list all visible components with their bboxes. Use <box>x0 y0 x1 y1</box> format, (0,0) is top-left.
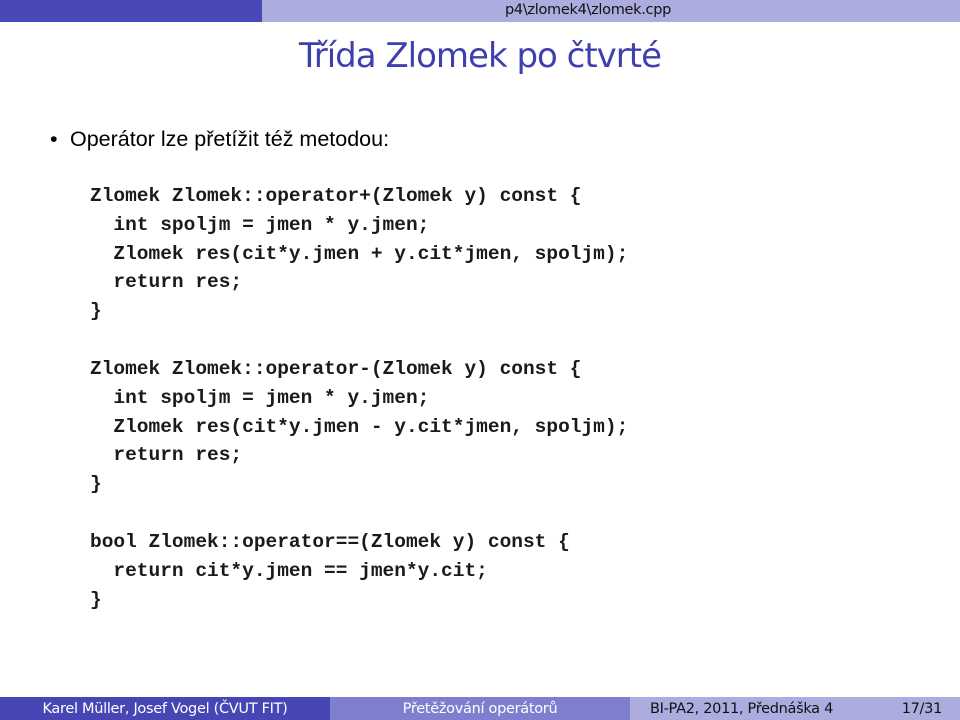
code-line: Zlomek Zlomek::operator+(Zlomek y) const… <box>90 185 582 207</box>
code-block-operator-equals: bool Zlomek::operator==(Zlomek y) const … <box>90 528 570 614</box>
code-line: return cit*y.jmen == jmen*y.cit; <box>90 559 488 582</box>
footer-topic: Přetěžování operátorů <box>330 697 630 720</box>
code-line: return res; <box>90 444 243 467</box>
code-line: int spoljm = jmen * y.jmen; <box>90 213 430 236</box>
footer-authors: Karel Müller, Josef Vogel (ČVUT FIT) <box>0 697 330 720</box>
footer-course: BI-PA2, 2011, Přednáška 4 <box>650 700 834 717</box>
bullet-icon: • <box>50 127 58 151</box>
code-line: } <box>90 300 102 323</box>
code-line: } <box>90 588 102 611</box>
code-line: int spoljm = jmen * y.jmen; <box>90 386 430 409</box>
header-bar-dark <box>0 0 262 22</box>
page-number: 17/31 <box>901 700 943 717</box>
code-line: Zlomek res(cit*y.jmen + y.cit*jmen, spol… <box>90 242 629 265</box>
bullet-text: Operátor lze přetížit též metodou: <box>70 127 390 151</box>
code-line: bool Zlomek::operator==(Zlomek y) const … <box>90 531 570 553</box>
code-block-operator-plus: Zlomek Zlomek::operator+(Zlomek y) const… <box>90 182 628 326</box>
file-path: p4\zlomek4\zlomek.cpp <box>505 2 672 18</box>
code-block-operator-minus: Zlomek Zlomek::operator-(Zlomek y) const… <box>90 355 628 499</box>
code-line: Zlomek Zlomek::operator-(Zlomek y) const… <box>90 358 582 380</box>
footer-bar: Karel Müller, Josef Vogel (ČVUT FIT) Pře… <box>0 697 960 720</box>
code-line: return res; <box>90 271 243 294</box>
slide-title: Třída Zlomek po čtvrté <box>298 36 662 76</box>
code-line: Zlomek res(cit*y.jmen - y.cit*jmen, spol… <box>90 415 629 438</box>
code-line: } <box>90 473 102 496</box>
header-bar <box>0 0 960 22</box>
footer-course-info: BI-PA2, 2011, Přednáška 4 17/31 <box>630 697 960 720</box>
bullet-item: • Operátor lze přetížit též metodou: <box>50 127 389 152</box>
